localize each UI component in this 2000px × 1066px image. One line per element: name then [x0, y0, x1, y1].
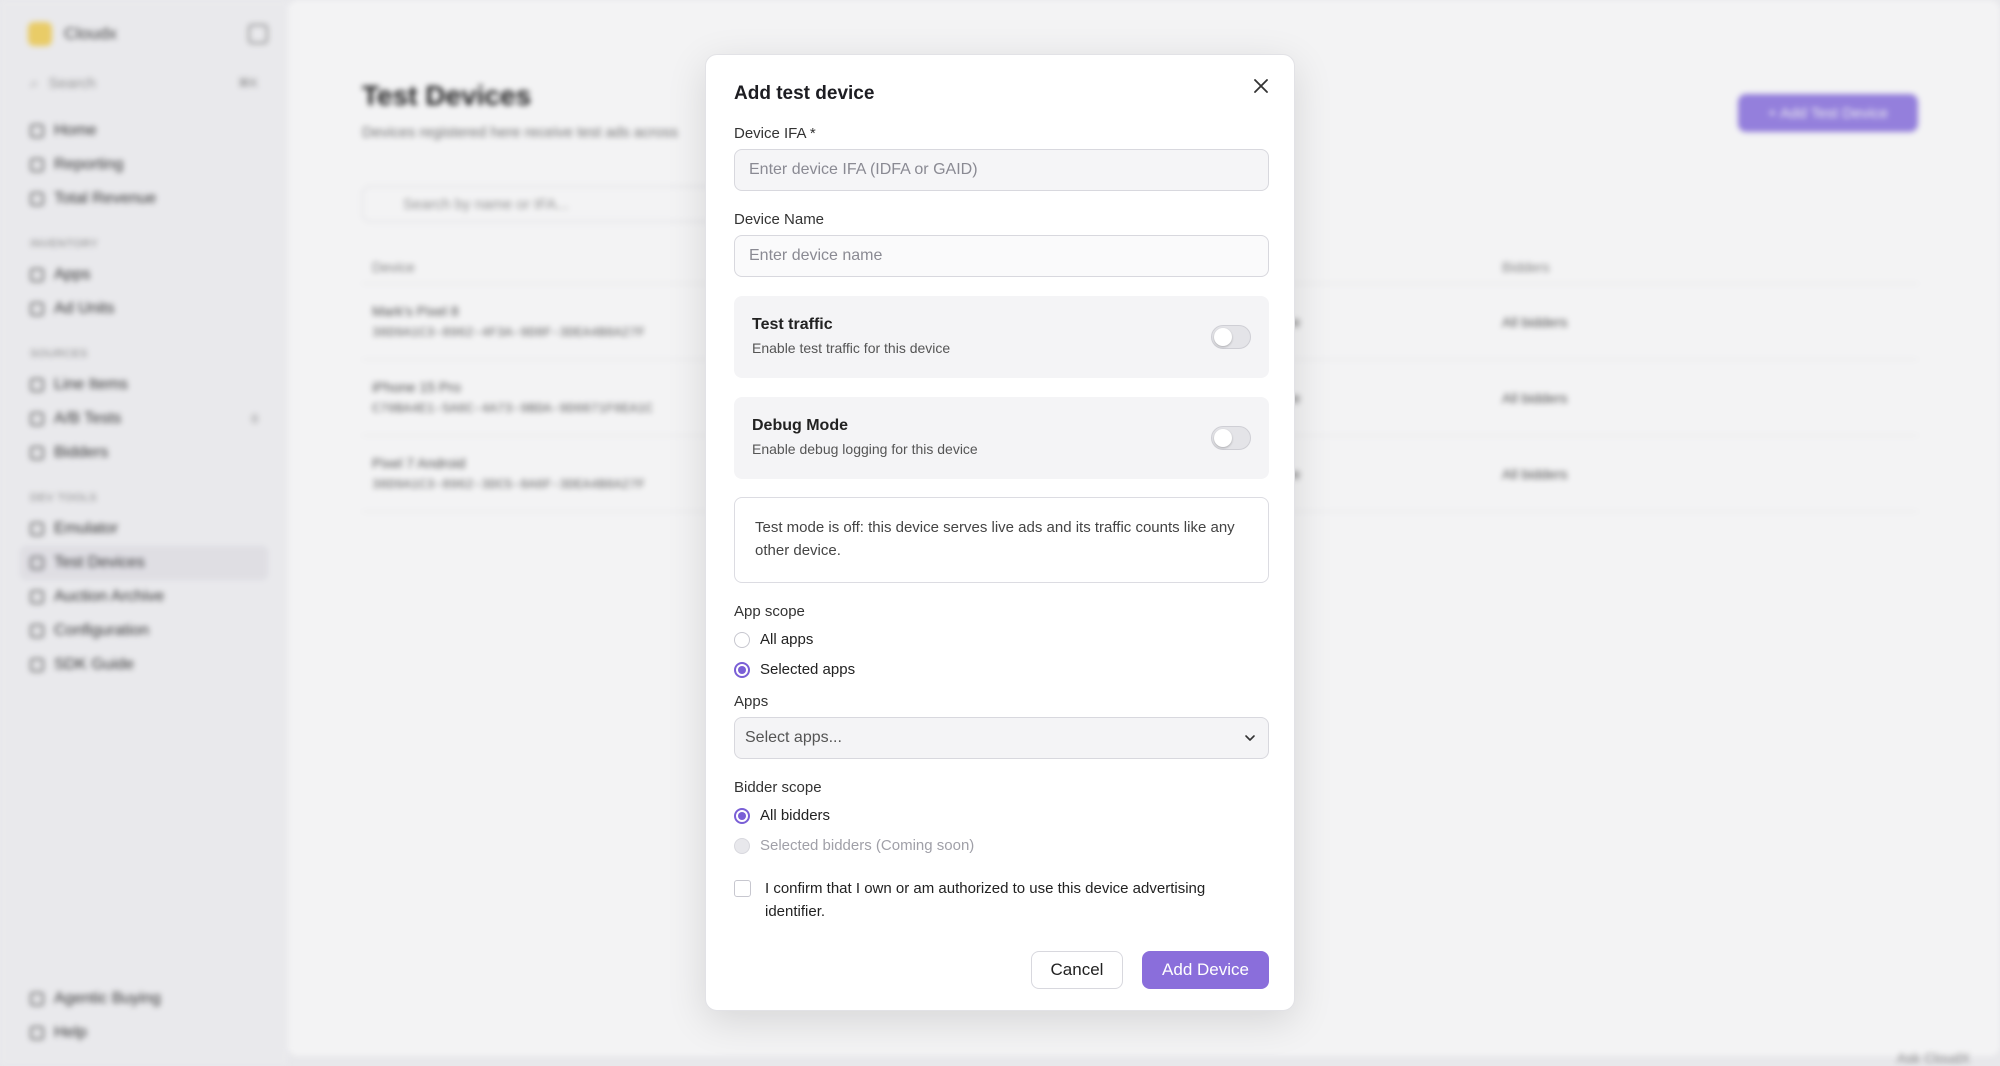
bidder-scope-all-option[interactable]: All bidders [734, 807, 830, 824]
radio-disabled [734, 837, 750, 854]
device-ifa-label: Device IFA * [734, 125, 816, 142]
cancel-button[interactable]: Cancel [1031, 951, 1123, 989]
add-device-button[interactable]: Add Device [1142, 951, 1269, 989]
radio-label: All apps [760, 631, 814, 648]
radio-label: Selected bidders (Coming soon) [760, 837, 975, 854]
radio-checked[interactable] [734, 807, 750, 824]
debug-mode-toggle[interactable] [1211, 426, 1251, 450]
test-traffic-description: Enable test traffic for this device [752, 340, 951, 356]
app-scope-selected-option[interactable]: Selected apps [734, 661, 855, 678]
add-test-device-dialog: Add test device Device IFA * Device Name… [705, 54, 1295, 1011]
apps-label: Apps [734, 693, 769, 710]
confirm-checkbox[interactable] [734, 880, 751, 897]
dialog-title: Add test device [734, 83, 875, 104]
device-name-input[interactable] [734, 235, 1269, 277]
debug-mode-description: Enable debug logging for this device [752, 441, 978, 457]
device-name-label: Device Name [734, 211, 825, 228]
apps-select-placeholder: Select apps... [745, 729, 842, 746]
toggle-knob [1214, 429, 1232, 447]
close-icon[interactable] [1246, 71, 1276, 101]
bidder-scope-label: Bidder scope [734, 779, 822, 796]
test-traffic-toggle[interactable] [1211, 325, 1251, 349]
close-icon-glyph [1254, 79, 1268, 93]
debug-mode-card: Debug Mode Enable debug logging for this… [734, 397, 1269, 479]
chevron-down-icon [1245, 735, 1255, 741]
ownership-confirmation[interactable]: I confirm that I own or am authorized to… [734, 877, 1269, 923]
debug-mode-title: Debug Mode [752, 417, 848, 434]
bidder-scope-selected-option: Selected bidders (Coming soon) [734, 837, 974, 854]
confirm-text: I confirm that I own or am authorized to… [765, 880, 1206, 920]
device-ifa-input[interactable] [734, 149, 1269, 191]
radio-label: All bidders [760, 807, 831, 824]
app-scope-label: App scope [734, 603, 805, 620]
test-traffic-card: Test traffic Enable test traffic for thi… [734, 296, 1269, 378]
test-mode-info: Test mode is off: this device serves liv… [734, 497, 1269, 583]
app-scope-all-option[interactable]: All apps [734, 631, 813, 648]
apps-select[interactable]: Select apps... [734, 717, 1269, 759]
test-traffic-title: Test traffic [752, 316, 833, 333]
radio-unchecked[interactable] [734, 631, 750, 648]
radio-label: Selected apps [760, 661, 856, 678]
radio-checked[interactable] [734, 661, 750, 678]
toggle-knob [1214, 328, 1232, 346]
